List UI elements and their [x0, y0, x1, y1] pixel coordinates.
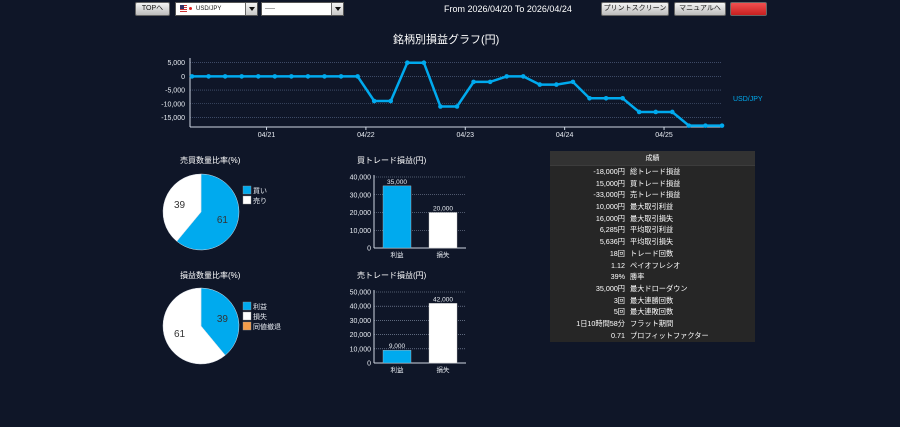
results-label: プロフィットファクター [630, 330, 709, 340]
results-label: 勝率 [630, 272, 645, 282]
y-tick-label: 30,000 [350, 318, 372, 325]
results-value: 0.71 [611, 330, 625, 340]
results-row: -33,000円 売トレード損益 [550, 189, 755, 201]
results-value: 10,000円 [595, 202, 625, 212]
results-value: 1日10時間58分 [576, 318, 625, 328]
results-label: 平均取引損失 [630, 237, 674, 247]
results-label: 売トレード損益 [630, 190, 681, 200]
results-table: 成績 -18,000円 総トレード損益 15,000円 買トレード損益 -33,000円… [550, 151, 755, 342]
results-row: 1.12 ペイオフレシオ [550, 260, 755, 272]
results-value: 16,000円 [595, 213, 625, 223]
results-row: 18回 トレード回数 [550, 248, 755, 260]
bar-category-label: 利益 [391, 365, 405, 374]
results-value: 5回 [613, 307, 625, 317]
results-row: 6,285円 平均取引利益 [550, 224, 755, 236]
bar-value-label: 9,000 [389, 343, 406, 350]
y-tick-label: 0 [367, 361, 371, 368]
results-value: -18,000円 [593, 167, 625, 176]
results-row: 39% 勝率 [550, 271, 755, 283]
results-row: 3回 最大連勝回数 [550, 295, 755, 307]
results-value: 18回 [609, 248, 625, 258]
y-tick-label: 50,000 [350, 290, 372, 297]
results-label: 最大取引損失 [630, 213, 674, 223]
results-label: フラット期間 [630, 318, 674, 328]
y-tick-label: 40,000 [350, 304, 372, 311]
results-row: 10,000円 最大取引利益 [550, 201, 755, 213]
results-label: ペイオフレシオ [630, 260, 681, 270]
results-value: 3回 [613, 295, 625, 305]
bar-category-label: 損失 [437, 365, 451, 374]
results-value: -33,000円 [593, 190, 625, 200]
results-value: 35,000円 [595, 283, 625, 293]
results-label: 平均取引利益 [630, 225, 674, 235]
results-row: 16,000円 最大取引損失 [550, 213, 755, 225]
results-value: 15,000円 [595, 178, 625, 188]
results-label: 最大連敗回数 [630, 307, 674, 317]
sell-trade-bar-chart: 0 10,000 20,000 30,000 40,000 50,000 9,000 利益 42… [350, 290, 466, 374]
results-row: 35,000円 最大ドローダウン [550, 283, 755, 295]
y-tick-label: 20,000 [350, 332, 372, 339]
results-label: 総トレード損益 [630, 167, 681, 176]
results-label: 最大取引利益 [630, 202, 674, 212]
results-label: 買トレード損益 [630, 178, 681, 188]
results-label: トレード回数 [630, 248, 674, 258]
results-value: 5,636円 [599, 237, 625, 247]
results-label: 最大連勝回数 [630, 295, 674, 305]
results-value: 39% [610, 272, 625, 282]
results-row: 0.71 プロフィットファクター [550, 330, 755, 342]
bar-value-label: 42,000 [433, 296, 453, 303]
results-value: 1.12 [611, 260, 625, 270]
results-row: 5,636円 平均取引損失 [550, 236, 755, 248]
bar [428, 303, 458, 364]
results-row: -18,000円 総トレード損益 [550, 166, 755, 178]
results-row: 1日10時間58分 フラット期間 [550, 318, 755, 330]
results-row: 15,000円 買トレード損益 [550, 178, 755, 190]
results-value: 6,285円 [599, 225, 625, 235]
results-label: 最大ドローダウン [630, 283, 688, 293]
results-title: 成績 [550, 151, 755, 166]
results-row: 5回 最大連敗回数 [550, 306, 755, 318]
y-tick-label: 10,000 [350, 346, 372, 353]
bar [382, 350, 412, 364]
